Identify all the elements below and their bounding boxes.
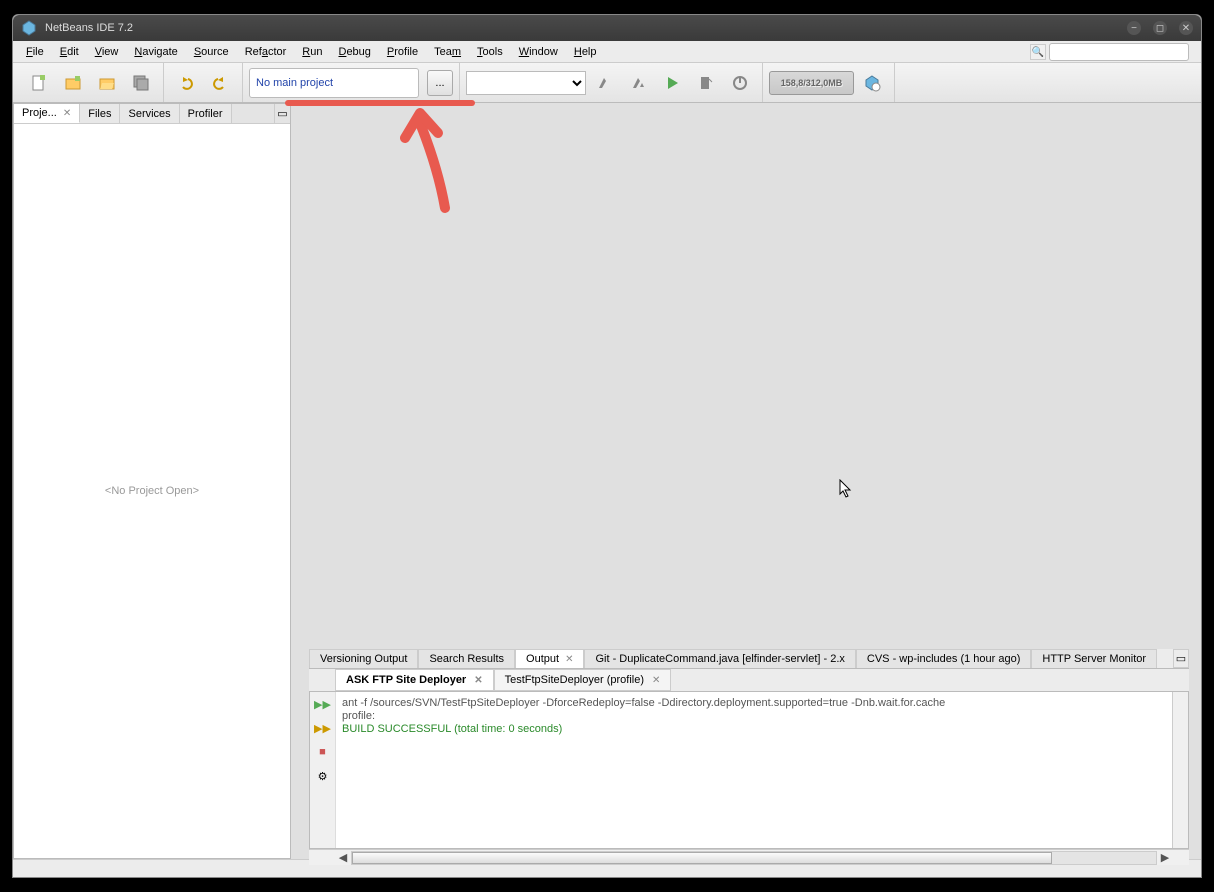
menu-debug[interactable]: Debug	[331, 44, 377, 60]
output-window: ▶▶ ▶▶ ■ ⚙ ant -f /sources/SVN/TestFtpSit…	[309, 691, 1189, 849]
left-tabs: Proje... ✕ Files Services Profiler ▭	[14, 104, 290, 124]
memory-indicator[interactable]: 158,8/312,0MB	[769, 71, 854, 95]
quick-search: 🔍	[1030, 43, 1189, 61]
subtab-ask-ftp-deployer[interactable]: ASK FTP Site Deployer ✕	[335, 669, 494, 691]
menu-file[interactable]: File	[19, 44, 51, 60]
output-line: ant -f /sources/SVN/TestFtpSiteDeployer …	[342, 697, 945, 709]
menu-source[interactable]: Source	[187, 44, 236, 60]
menu-navigate[interactable]: Navigate	[127, 44, 184, 60]
gc-button[interactable]	[856, 68, 888, 98]
clean-build-button[interactable]	[622, 68, 654, 98]
window-title: NetBeans IDE 7.2	[45, 22, 1127, 34]
debug-button[interactable]	[690, 68, 722, 98]
close-icon[interactable]: ✕	[63, 108, 71, 119]
close-icon[interactable]: ✕	[652, 675, 660, 686]
mouse-cursor-icon	[839, 479, 853, 502]
annotation-arrow-icon	[400, 108, 460, 221]
titlebar: NetBeans IDE 7.2 − ◻ ✕	[13, 15, 1201, 41]
tab-label: Search Results	[429, 653, 504, 665]
output-text-area[interactable]: ant -f /sources/SVN/TestFtpSiteDeployer …	[336, 692, 1172, 848]
app-icon	[21, 20, 37, 36]
tab-label: Profiler	[188, 108, 223, 120]
rerun-button[interactable]: ▶▶	[315, 696, 331, 712]
scroll-track[interactable]	[351, 851, 1157, 865]
close-button[interactable]: ✕	[1179, 21, 1193, 35]
annotation-underline	[285, 100, 475, 106]
config-selector[interactable]	[466, 71, 586, 95]
menu-refactor[interactable]: Refactor	[238, 44, 294, 60]
main-project-browse-button[interactable]: ...	[427, 70, 453, 96]
subtab-label: ASK FTP Site Deployer	[346, 674, 466, 686]
tab-search-results[interactable]: Search Results	[418, 649, 515, 668]
rerun-with-button[interactable]: ▶▶	[315, 720, 331, 736]
main-toolbar: No main project ... 158,8/312,0MB	[13, 63, 1201, 103]
tab-label: Services	[128, 108, 170, 120]
open-project-button[interactable]	[91, 68, 123, 98]
run-button[interactable]	[656, 68, 688, 98]
new-file-button[interactable]	[23, 68, 55, 98]
minimize-panel-button[interactable]: ▭	[274, 104, 290, 123]
output-subtabs: ASK FTP Site Deployer ✕ TestFtpSiteDeplo…	[309, 669, 1189, 691]
bottom-panel: Versioning Output Search Results Output …	[309, 649, 1189, 865]
tab-profiler[interactable]: Profiler	[180, 104, 232, 123]
close-icon[interactable]: ✕	[565, 654, 573, 665]
menu-edit[interactable]: Edit	[53, 44, 86, 60]
tab-label: Versioning Output	[320, 653, 407, 665]
profile-button[interactable]	[724, 68, 756, 98]
scroll-right-button[interactable]: ▶	[1157, 851, 1173, 864]
subtab-test-ftp-deployer[interactable]: TestFtpSiteDeployer (profile) ✕	[494, 669, 672, 691]
tab-http-server-monitor[interactable]: HTTP Server Monitor	[1031, 649, 1157, 668]
new-project-button[interactable]	[57, 68, 89, 98]
output-toolbar: ▶▶ ▶▶ ■ ⚙	[310, 692, 336, 848]
tab-label: CVS - wp-includes (1 hour ago)	[867, 653, 1020, 665]
menu-view[interactable]: View	[88, 44, 126, 60]
left-panel: Proje... ✕ Files Services Profiler ▭ <No…	[13, 103, 291, 859]
tab-label: HTTP Server Monitor	[1042, 653, 1146, 665]
output-line: BUILD SUCCESSFUL (total time: 0 seconds)	[342, 723, 562, 735]
quick-search-input[interactable]	[1049, 43, 1189, 61]
tab-label: Files	[88, 108, 111, 120]
tab-label: Proje...	[22, 107, 57, 119]
maximize-panel-button[interactable]: ▭	[1173, 649, 1189, 668]
close-icon[interactable]: ✕	[474, 675, 482, 686]
menu-window[interactable]: Window	[512, 44, 565, 60]
menu-run[interactable]: Run	[295, 44, 329, 60]
scroll-left-button[interactable]: ◀	[335, 851, 351, 864]
tab-label: Output	[526, 653, 559, 665]
search-icon[interactable]: 🔍	[1030, 44, 1046, 60]
ide-window: NetBeans IDE 7.2 − ◻ ✕ File Edit View Na…	[12, 14, 1202, 878]
tab-services[interactable]: Services	[120, 104, 179, 123]
menubar: File Edit View Navigate Source Refactor …	[13, 41, 1201, 63]
settings-button[interactable]: ⚙	[315, 768, 331, 784]
save-all-button[interactable]	[125, 68, 157, 98]
horizontal-scrollbar[interactable]: ◀ ▶	[309, 849, 1189, 865]
menu-tools[interactable]: Tools	[470, 44, 510, 60]
stop-button[interactable]: ■	[315, 744, 331, 760]
undo-button[interactable]	[170, 68, 202, 98]
menu-team[interactable]: Team	[427, 44, 468, 60]
tab-git[interactable]: Git - DuplicateCommand.java [elfinder-se…	[584, 649, 855, 668]
tab-projects[interactable]: Proje... ✕	[14, 104, 80, 123]
projects-view: <No Project Open>	[14, 124, 290, 858]
menu-profile[interactable]: Profile	[380, 44, 425, 60]
scroll-thumb[interactable]	[352, 852, 1052, 864]
minimize-button[interactable]: −	[1127, 21, 1141, 35]
build-button[interactable]	[588, 68, 620, 98]
maximize-button[interactable]: ◻	[1153, 21, 1167, 35]
no-project-label: <No Project Open>	[105, 485, 199, 497]
main-project-selector[interactable]: No main project	[249, 68, 419, 98]
tab-output[interactable]: Output ✕	[515, 649, 584, 668]
bottom-tabs: Versioning Output Search Results Output …	[309, 649, 1189, 669]
output-line: profile:	[342, 710, 375, 722]
vertical-scrollbar[interactable]	[1172, 692, 1188, 848]
tab-files[interactable]: Files	[80, 104, 120, 123]
menu-help[interactable]: Help	[567, 44, 604, 60]
tab-versioning-output[interactable]: Versioning Output	[309, 649, 418, 668]
tab-cvs[interactable]: CVS - wp-includes (1 hour ago)	[856, 649, 1031, 668]
redo-button[interactable]	[204, 68, 236, 98]
tab-label: Git - DuplicateCommand.java [elfinder-se…	[595, 653, 844, 665]
subtab-label: TestFtpSiteDeployer (profile)	[505, 674, 644, 686]
